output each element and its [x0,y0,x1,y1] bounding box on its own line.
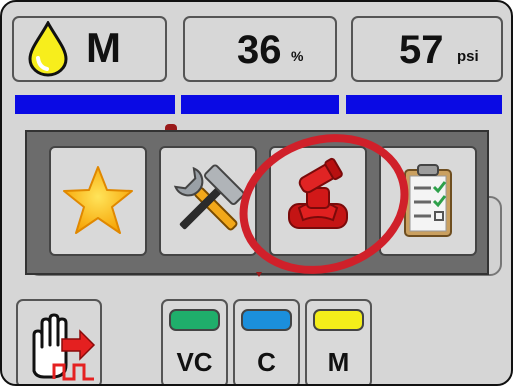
product-label: M [86,24,121,71]
pressure-percent-unit: % [291,48,304,64]
sprayer-vc-color [169,309,220,331]
sprayer-m-color [313,309,364,331]
pressure-psi-tile[interactable]: 57 psi [351,16,503,82]
emergency-stop-button[interactable] [16,299,102,384]
oil-drop-icon [28,21,68,77]
highlight-ellipse [239,134,409,274]
pressure-percent-tile[interactable]: 36 % [183,16,337,82]
boom-section-bar-2 [181,95,339,114]
menu-pointer [256,272,262,277]
favorites-option[interactable] [49,146,147,256]
pressure-psi-unit: psi [457,48,479,65]
sprayer-c-button[interactable]: C [233,299,300,384]
sprayer-c-color [241,309,292,331]
sprayer-vc-label: VC [176,347,213,377]
sprayer-m-button[interactable]: M [305,299,372,384]
pressure-percent-value: 36 [237,28,282,72]
product-tile[interactable]: M [12,16,167,82]
sprayer-vc-button[interactable]: VC [161,299,228,384]
hand-stop-icon [32,313,96,381]
pressure-psi-value: 57 [399,28,444,72]
star-icon [63,166,133,234]
boom-section-bar-1 [15,95,175,114]
sprayer-m-label: M [327,347,350,377]
sprayer-control-screen: M 36 % 57 psi VC C M [0,0,513,386]
sprayer-c-label: C [257,347,276,377]
boom-section-bar-3 [346,95,502,114]
